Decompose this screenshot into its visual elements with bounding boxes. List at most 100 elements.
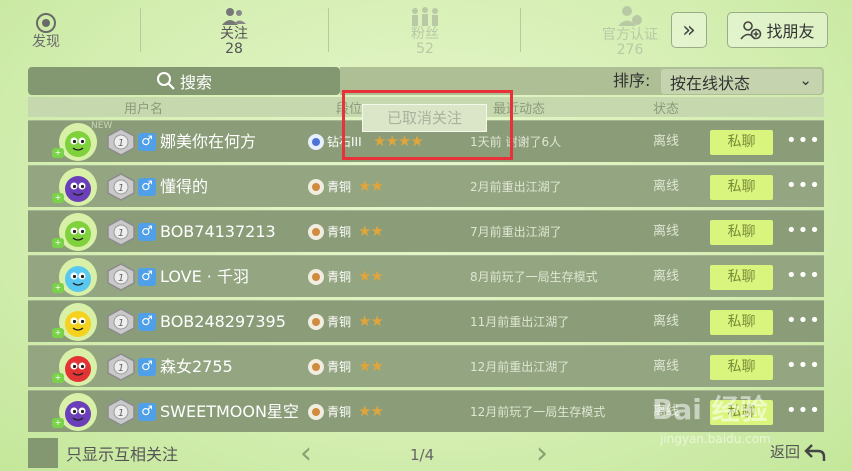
avatar-body <box>65 221 91 247</box>
rank-number: 1 <box>118 138 124 149</box>
plus-icon: + <box>52 238 64 248</box>
tab-fans[interactable]: 粉丝 52 <box>380 0 470 62</box>
tier-medal-icon <box>308 359 324 375</box>
avatar[interactable] <box>59 213 97 251</box>
sort-value: 按在线状态 <box>670 73 751 93</box>
username: BOB248297395 <box>160 312 286 331</box>
tier-medal-icon <box>308 314 324 330</box>
table-row[interactable]: + 1 ♂ BOB248297395 青铜 ★★ 11月前重出江湖了 离线 私聊… <box>28 300 824 342</box>
rank-number: 1 <box>118 318 124 329</box>
tier-stars: ★★ <box>358 312 384 330</box>
back-arrow-icon <box>804 443 826 461</box>
tier-medal-icon <box>308 224 324 240</box>
more-options-icon[interactable]: ••• <box>786 301 821 343</box>
tier-stars: ★★ <box>358 402 384 420</box>
username: LOVE · 千羽 <box>160 267 249 286</box>
private-chat-button[interactable]: 私聊 <box>710 220 773 245</box>
more-options-icon[interactable]: ••• <box>786 121 821 163</box>
more-options-icon[interactable]: ••• <box>786 346 821 388</box>
avatar[interactable] <box>59 168 97 206</box>
follow-count: 28 <box>225 40 243 57</box>
prev-page-button[interactable]: ‹ <box>300 436 312 471</box>
back-button[interactable]: 返回 <box>770 441 826 462</box>
username: SWEETMOON星空 <box>160 402 299 421</box>
add-friend-icon <box>740 21 762 40</box>
tab-fans-label: 粉丝 <box>411 25 439 42</box>
online-status: 离线 <box>653 269 680 284</box>
more-options-icon[interactable]: ••• <box>786 211 821 253</box>
male-icon: ♂ <box>138 313 156 331</box>
recent-activity: 12月前重出江湖了 <box>470 360 570 374</box>
table-row[interactable]: + 1 ♂ 森女2755 青铜 ★★ 12月前重出江湖了 离线 私聊 ••• <box>28 345 824 387</box>
avatar-body <box>65 311 91 337</box>
more-options-icon[interactable]: ••• <box>786 256 821 298</box>
recent-activity: 2月前重出江湖了 <box>470 180 562 194</box>
male-icon: ♂ <box>138 403 156 421</box>
tier-stars: ★★ <box>358 267 384 285</box>
search-button[interactable]: 搜索 <box>28 67 340 95</box>
avatar[interactable] <box>59 123 97 161</box>
watermark-sub: jingyan.baidu.com <box>660 432 771 446</box>
rank-number: 1 <box>118 408 124 419</box>
tier-medal-icon <box>308 179 324 195</box>
find-friends-button[interactable]: 找朋友 <box>727 12 828 48</box>
search-label: 搜索 <box>179 73 212 92</box>
tier-stars: ★★ <box>358 357 384 375</box>
recent-activity: 11月前重出江湖了 <box>470 315 570 329</box>
username: 懂得的 <box>160 177 209 196</box>
username: 娜美你在何方 <box>160 132 257 151</box>
private-chat-button[interactable]: 私聊 <box>710 355 773 380</box>
avatar[interactable] <box>59 393 97 431</box>
sort-label: 排序: <box>613 71 651 90</box>
rank-badge-icon: 1 <box>107 398 135 426</box>
header-status: 状态 <box>653 102 680 117</box>
next-page-button[interactable]: › <box>536 436 548 471</box>
avatar[interactable] <box>59 258 97 296</box>
tab-follow[interactable]: 关注 28 <box>190 0 278 62</box>
tier-medal-icon <box>308 404 324 420</box>
fans-count: 52 <box>416 40 434 57</box>
male-icon: ♂ <box>138 223 156 241</box>
avatar[interactable] <box>59 348 97 386</box>
tier-name: 青铜 <box>327 270 352 284</box>
table-row[interactable]: + 1 ♂ BOB74137213 青铜 ★★ 7月前重出江湖了 离线 私聊 •… <box>28 210 824 252</box>
private-chat-button[interactable]: 私聊 <box>710 175 773 200</box>
more-options-icon[interactable]: ••• <box>786 166 821 208</box>
tab-official-label: 官方认证 <box>602 26 658 43</box>
official-count: 276 <box>616 41 644 58</box>
recent-activity: 7月前重出江湖了 <box>470 225 562 239</box>
rank-number: 1 <box>118 363 124 374</box>
private-chat-button[interactable]: 私聊 <box>710 265 773 290</box>
more-tabs-button[interactable]: » <box>671 12 707 48</box>
tier-name: 青铜 <box>327 360 352 374</box>
watermark-main: Bai 经验 <box>652 393 768 426</box>
avatar-body <box>65 356 91 382</box>
mutual-only-label: 只显示互相关注 <box>66 445 179 464</box>
table-row[interactable]: + 1 ♂ LOVE · 千羽 青铜 ★★ 8月前玩了一局生存模式 离线 私聊 … <box>28 255 824 297</box>
avatar-body <box>65 131 91 157</box>
recent-activity: 12月前玩了一局生存模式 <box>470 405 606 419</box>
rank-number: 1 <box>118 273 124 284</box>
header-username: 用户名 <box>124 102 164 117</box>
divider <box>520 8 521 52</box>
rank-badge-icon: 1 <box>107 353 135 381</box>
online-status: 离线 <box>653 134 680 149</box>
private-chat-button[interactable]: 私聊 <box>710 310 773 335</box>
tier-name: 青铜 <box>327 180 352 194</box>
rank-number: 1 <box>118 228 124 239</box>
private-chat-button[interactable]: 私聊 <box>710 130 773 155</box>
search-icon <box>156 72 175 90</box>
plus-icon: + <box>52 193 64 203</box>
male-icon: ♂ <box>138 178 156 196</box>
mutual-only-checkbox[interactable] <box>28 438 58 468</box>
rank-badge-icon: 1 <box>107 308 135 336</box>
avatar[interactable] <box>59 303 97 341</box>
rank-number: 1 <box>118 183 124 194</box>
rank-badge-icon: 1 <box>107 263 135 291</box>
male-icon: ♂ <box>138 133 156 151</box>
tab-discover[interactable]: 发现 <box>18 0 74 62</box>
online-status: 离线 <box>653 179 680 194</box>
sort-dropdown[interactable]: 按在线状态 ⌄ <box>661 69 822 94</box>
table-row[interactable]: + 1 ♂ 懂得的 青铜 ★★ 2月前重出江湖了 离线 私聊 ••• <box>28 165 824 207</box>
avatar-body <box>65 266 91 292</box>
